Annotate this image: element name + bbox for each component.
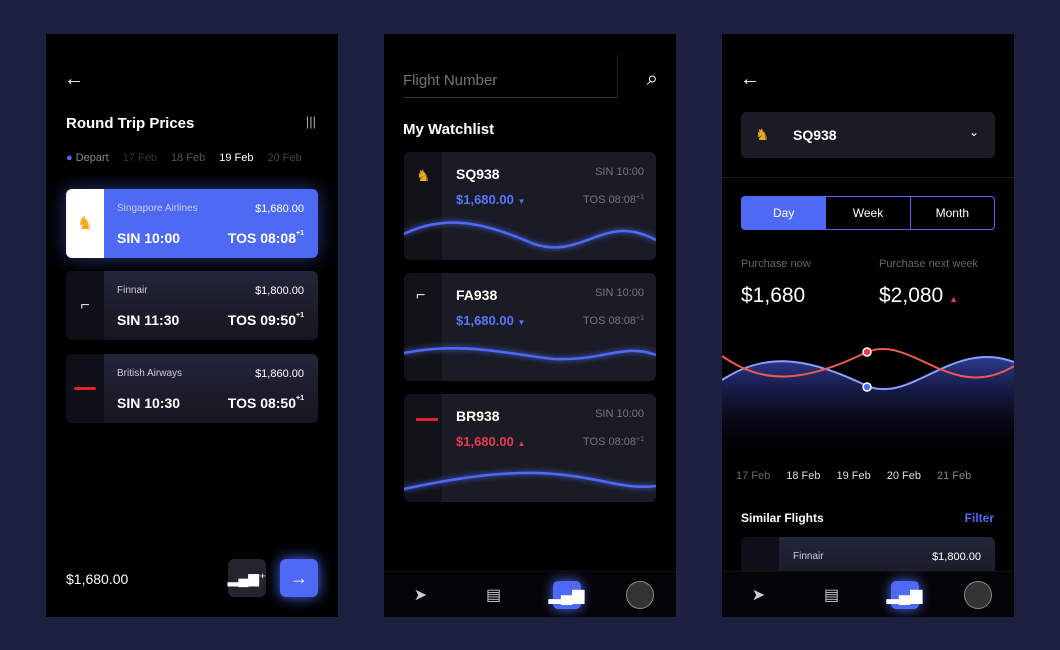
watchlist-screen: ⌕ My Watchlist ♞ SQ938 $1,680.00 ▼ SIN 1… xyxy=(384,34,676,617)
purchase-now-label: Purchase now xyxy=(741,258,811,270)
date-tick: 18 Feb xyxy=(786,470,821,482)
departure: SIN 10:30 xyxy=(117,395,181,411)
departure: SIN 10:00 xyxy=(595,287,644,299)
profile-avatar[interactable] xyxy=(963,580,992,609)
finnair-logo-icon: ⌐ xyxy=(66,271,104,340)
chart-plus-icon: ▂▄▆⁺ xyxy=(227,569,267,586)
chart-date-axis: 17 Feb 18 Feb 19 Feb 20 Feb 21 Feb xyxy=(736,470,971,482)
price: $1,800.00 xyxy=(255,285,304,297)
search-icon[interactable]: ⌕ xyxy=(647,68,658,91)
arrival: TOS 08:08+1 xyxy=(583,315,644,327)
add-to-watchlist-button[interactable]: ▂▄▆⁺ xyxy=(228,559,266,597)
arrival: TOS 08:50+1 xyxy=(227,395,304,411)
tab-month[interactable]: Month xyxy=(911,197,994,229)
bottom-nav: ➤ ▤ ▂▄▆ xyxy=(722,571,1014,617)
flight-detail-screen: ← ♞ SQ938 ⌄ Day Week Month Purchase now … xyxy=(722,34,1014,617)
airline-name: British Airways xyxy=(117,368,183,379)
date-item[interactable]: 17 Feb xyxy=(123,152,157,164)
arrival: TOS 09:50+1 xyxy=(227,312,304,328)
round-trip-screen: ← Round Trip Prices ||| ● Depart 17 Feb … xyxy=(46,34,338,617)
trend-up-icon: ▲ xyxy=(949,294,958,304)
singapore-airlines-logo-icon: ♞ xyxy=(755,127,770,144)
tickets-icon[interactable]: ▤ xyxy=(480,581,508,609)
chart-toggle-icon[interactable]: ||| xyxy=(306,114,316,129)
date-tick: 17 Feb xyxy=(736,470,771,482)
date-strip: ● Depart 17 Feb 18 Feb 19 Feb 20 Feb xyxy=(66,152,302,164)
purchase-next-week-value: $2,080 ▲ xyxy=(879,284,958,307)
flight-code: FA938 xyxy=(456,287,498,303)
purchase-next-week-label: Purchase next week xyxy=(879,258,979,270)
chart-point-blue xyxy=(862,382,872,392)
navigate-icon[interactable]: ➤ xyxy=(407,581,435,609)
airline-name: Singapore Airlines xyxy=(117,203,198,214)
chevron-down-icon: ⌄ xyxy=(968,125,979,139)
price-chart xyxy=(722,347,1014,464)
tickets-icon[interactable]: ▤ xyxy=(818,581,846,609)
flight-price: $1,680.00 ▼ xyxy=(456,313,526,328)
total-price: $1,680.00 xyxy=(66,571,129,587)
trend-up-icon: ▲ xyxy=(517,439,526,448)
date-item-selected[interactable]: 19 Feb xyxy=(219,152,253,164)
arrival: TOS 08:08+1 xyxy=(227,230,304,246)
watchlist-item[interactable]: BR938 $1,680.00 ▲ SIN 10:00 TOS 08:08+1 xyxy=(404,394,656,502)
departure: SIN 10:00 xyxy=(117,230,181,246)
watchlist-title: My Watchlist xyxy=(403,121,495,138)
page-title: Round Trip Prices xyxy=(66,115,195,132)
flight-code: SQ938 xyxy=(456,166,500,182)
arrival: TOS 08:08+1 xyxy=(583,436,644,448)
flight-number-input[interactable] xyxy=(403,64,617,98)
trend-down-icon: ▼ xyxy=(517,197,526,206)
next-button[interactable]: → xyxy=(280,559,318,597)
depart-label: Depart xyxy=(75,152,109,164)
back-arrow-icon[interactable]: ← xyxy=(64,68,84,91)
date-tick: 21 Feb xyxy=(937,470,972,482)
price: $1,800.00 xyxy=(932,551,981,563)
airline-name: Finnair xyxy=(793,551,824,562)
airline-name: Finnair xyxy=(117,285,148,296)
flight-price: $1,680.00 ▲ xyxy=(456,434,526,449)
british-airways-logo-icon xyxy=(66,354,104,423)
arrow-right-icon: → xyxy=(290,567,308,588)
profile-avatar[interactable] xyxy=(625,580,654,609)
flight-select[interactable]: ♞ SQ938 ⌄ xyxy=(741,112,995,158)
stats-icon[interactable]: ▂▄▆ xyxy=(887,580,922,609)
flight-card[interactable]: ⌐ Finnair $1,800.00 SIN 11:30 TOS 09:50+… xyxy=(66,271,318,340)
date-tick: 20 Feb xyxy=(886,470,921,482)
arrival: TOS 08:08+1 xyxy=(583,194,644,206)
flight-card[interactable]: British Airways $1,860.00 SIN 10:30 TOS … xyxy=(66,354,318,423)
singapore-airlines-logo-icon: ♞ xyxy=(66,189,104,258)
trend-down-icon: ▼ xyxy=(517,318,526,327)
date-item[interactable]: 18 Feb xyxy=(171,152,205,164)
purchase-now-value: $1,680 xyxy=(741,284,806,307)
bottom-nav: ➤ ▤ ▂▄▆ xyxy=(384,571,676,617)
departure: SIN 11:30 xyxy=(117,312,180,328)
date-item[interactable]: 20 Feb xyxy=(268,152,302,164)
watchlist-item[interactable]: ♞ SQ938 $1,680.00 ▼ SIN 10:00 TOS 08:08+… xyxy=(404,152,656,260)
flight-price: $1,680.00 ▼ xyxy=(456,192,526,207)
price: $1,860.00 xyxy=(255,368,304,380)
similar-flights-title: Similar Flights xyxy=(741,511,824,525)
selected-flight: SQ938 xyxy=(793,127,837,143)
navigate-icon[interactable]: ➤ xyxy=(745,581,773,609)
chart-area xyxy=(722,357,1014,464)
filter-link[interactable]: Filter xyxy=(965,511,994,525)
watchlist-item[interactable]: ⌐ FA938 $1,680.00 ▼ SIN 10:00 TOS 08:08+… xyxy=(404,273,656,381)
back-arrow-icon[interactable]: ← xyxy=(740,68,760,91)
date-tick: 19 Feb xyxy=(836,470,871,482)
stats-icon[interactable]: ▂▄▆ xyxy=(549,580,584,609)
period-tabs: Day Week Month xyxy=(741,196,995,230)
departure: SIN 10:00 xyxy=(595,408,644,420)
price: $1,680.00 xyxy=(255,203,304,215)
chart-point-red xyxy=(862,347,872,357)
tab-day[interactable]: Day xyxy=(742,197,827,229)
flight-card[interactable]: ♞ Singapore Airlines $1,680.00 SIN 10:00… xyxy=(66,189,318,258)
tab-week[interactable]: Week xyxy=(826,197,911,229)
departure: SIN 10:00 xyxy=(595,166,644,178)
flight-code: BR938 xyxy=(456,408,500,424)
